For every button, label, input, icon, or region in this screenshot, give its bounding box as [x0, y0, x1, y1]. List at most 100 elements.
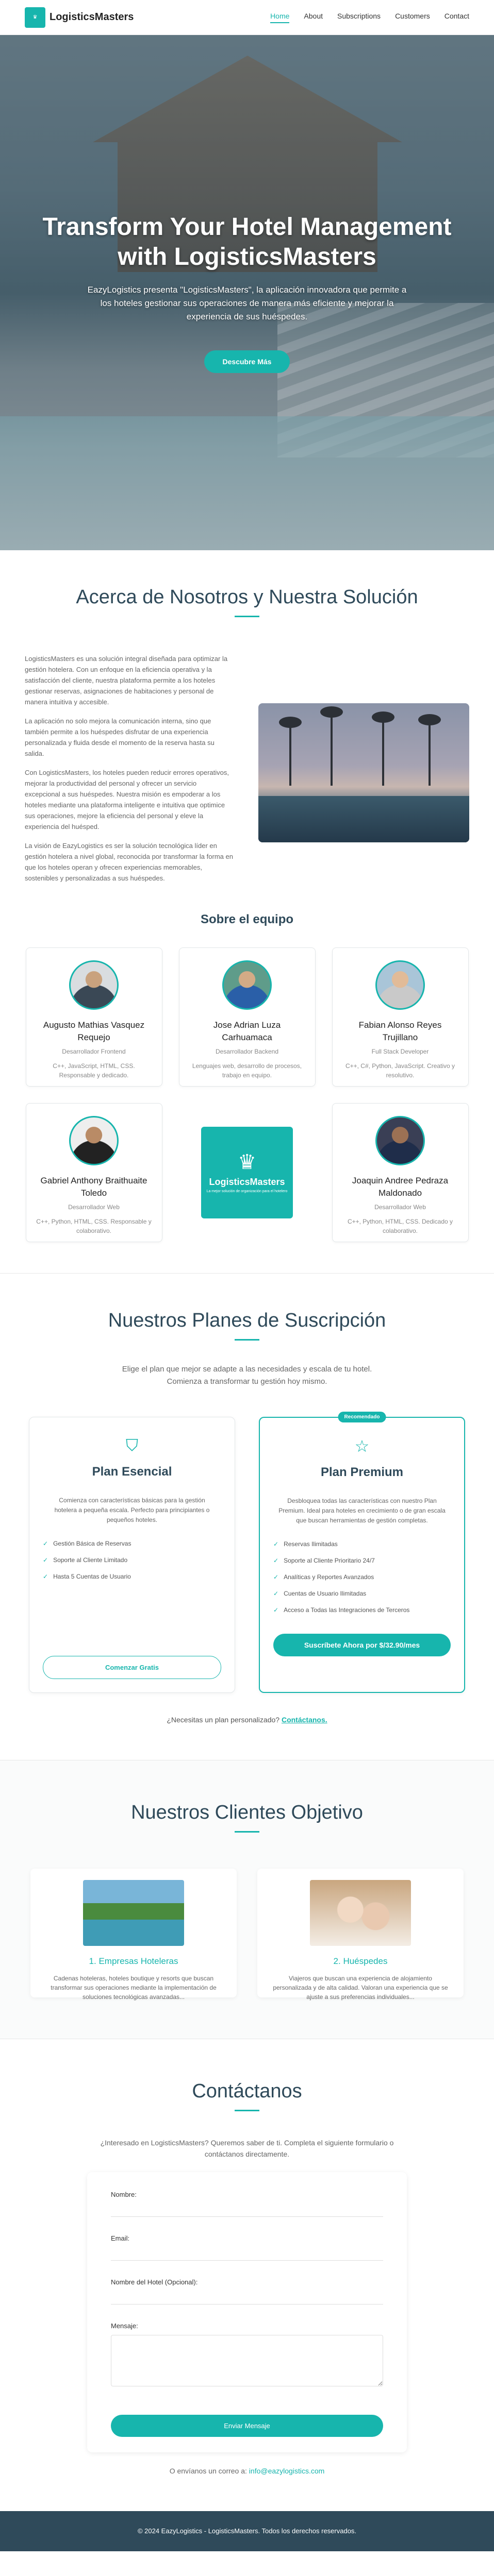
message-label: Mensaje: [111, 2322, 138, 2330]
plan-grid: ⛉ Plan Esencial Comienza con característ… [25, 1412, 469, 1693]
message-field[interactable] [111, 2335, 383, 2386]
logo-tagline: La mejor solución de organización para e… [206, 1190, 288, 1193]
plan-description: Comienza con características básicas par… [54, 1497, 210, 1523]
company-logo: ♛ LogisticsMasters La mejor solución de … [201, 1127, 293, 1218]
feature-text: Reservas Ilimitadas [284, 1540, 338, 1548]
feature-item: ✓ Gestión Básica de Reservas [43, 1538, 221, 1549]
member-name: Gabriel Anthony Braithuaite Toledo [40, 1176, 147, 1198]
client-grid: 1. Empresas Hoteleras Cadenas hoteleras,… [25, 1869, 469, 2001]
title-underline [235, 616, 259, 617]
hotel-resort-image [83, 1880, 184, 1946]
discover-more-button[interactable]: Descubre Más [204, 350, 290, 373]
custom-plan-question: ¿Necesitas un plan personalizado? [167, 1716, 280, 1724]
client-card: 1. Empresas Hoteleras Cadenas hoteleras,… [30, 1869, 237, 2001]
team-card: Fabian Alonso Reyes Trujillano Full Stac… [332, 947, 469, 1087]
check-icon: ✓ [273, 1573, 279, 1581]
palm-tree [371, 711, 394, 786]
member-role: Full Stack Developer [371, 1048, 429, 1055]
hero-title: Transform Your Hotel Management with Log… [42, 213, 452, 270]
crown-logo-icon: ♛ [25, 7, 45, 28]
nav-link-home[interactable]: Home [270, 12, 290, 23]
feature-text: Hasta 5 Cuentas de Usuario [53, 1573, 131, 1580]
feature-item: ✓ Hasta 5 Cuentas de Usuario [43, 1571, 221, 1582]
member-name: Joaquin Andree Pedraza Maldonado [352, 1176, 449, 1198]
check-icon: ✓ [273, 1540, 279, 1548]
nav-link-contact[interactable]: Contact [444, 12, 469, 23]
star-icon: ☆ [354, 1437, 370, 1455]
clients-section: Nuestros Clientes Objetivo 1. Empresas H… [0, 1760, 494, 2039]
team-card: Gabriel Anthony Braithuaite Toledo Desar… [25, 1103, 162, 1242]
hotel-label: Nombre del Hotel (Opcional): [111, 2278, 198, 2286]
about-section: Acerca de Nosotros y Nuestra Solución Lo… [0, 550, 494, 1273]
name-label: Nombre: [111, 2191, 137, 2198]
member-role: Desarrollador Frontend [62, 1048, 126, 1055]
crown-icon: ♛ [238, 1151, 256, 1174]
nav-links: Home About Subscriptions Customers Conta… [270, 12, 469, 23]
name-field[interactable] [111, 2198, 383, 2217]
pool-water [258, 795, 469, 842]
email-field[interactable] [111, 2242, 383, 2261]
team-title: Sobre el equipo [200, 912, 294, 926]
subscribe-now-button[interactable]: Suscríbete Ahora por $/32.90/mes [273, 1634, 451, 1656]
feature-text: Gestión Básica de Reservas [53, 1540, 131, 1547]
team-card: Augusto Mathias Vasquez Requejo Desarrol… [25, 947, 162, 1087]
plan-description: Desbloquea todas las características con… [278, 1497, 446, 1524]
avatar [69, 1116, 119, 1165]
client-title: 1. Empresas Hoteleras [89, 1956, 178, 1966]
hero-section: Transform Your Hotel Management with Log… [0, 35, 494, 550]
contact-form: Nombre: Email: Nombre del Hotel (Opciona… [87, 2172, 407, 2452]
feature-list: ✓ Reservas Ilimitadas ✓ Soporte al Cliente… [273, 1539, 451, 1615]
check-icon: ✓ [43, 1573, 48, 1580]
clients-title: Nuestros Clientes Objetivo [131, 1802, 363, 1823]
about-resort-image [258, 703, 469, 842]
about-title: Acerca de Nosotros y Nuestra Solución [76, 586, 418, 608]
feature-item: ✓ Soporte al Cliente Limitado [43, 1555, 221, 1565]
feature-text: Cuentas de Usuario Ilimitadas [284, 1590, 367, 1597]
feature-item: ✓ Reservas Ilimitadas [273, 1539, 451, 1549]
start-free-button[interactable]: Comenzar Gratis [43, 1656, 221, 1679]
about-paragraph: La visión de EazyLogistics es ser la sol… [25, 842, 233, 882]
recommended-badge: Recomendado [338, 1412, 386, 1422]
palm-tree [320, 706, 343, 786]
nav-link-about[interactable]: About [304, 12, 323, 23]
hero-subtitle: EazyLogistics presenta "LogisticsMasters… [87, 285, 407, 321]
contact-section: Contáctanos ¿Interesado en LogisticsMast… [0, 2039, 494, 2511]
plans-title: Nuestros Planes de Suscripción [108, 1310, 386, 1331]
check-icon: ✓ [43, 1540, 48, 1547]
email-link[interactable]: info@eazylogistics.com [249, 2467, 325, 2475]
guests-image [310, 1880, 411, 1946]
member-skills: C++, C#, Python, JavaScript. Creativo y … [345, 1062, 455, 1079]
feature-list: ✓ Gestión Básica de Reservas ✓ Soporte al … [43, 1538, 221, 1582]
check-icon: ✓ [273, 1606, 279, 1614]
plan-name: Plan Esencial [92, 1465, 172, 1479]
member-skills: C++, Python, HTML, CSS. Responsable y co… [36, 1218, 152, 1234]
member-name: Jose Adrian Luza Carhuamaca [213, 1020, 281, 1042]
contact-lead: ¿Interesado en LogisticsMasters? Queremo… [100, 2139, 394, 2158]
send-message-button[interactable]: Enviar Mensaje [111, 2415, 383, 2437]
brand[interactable]: ♛ LogisticsMasters [25, 7, 134, 28]
nav-link-subscriptions[interactable]: Subscriptions [337, 12, 381, 23]
company-logo-card: ♛ LogisticsMasters La mejor solución de … [179, 1103, 316, 1242]
contact-title: Contáctanos [192, 2080, 302, 2102]
feature-item: ✓ Acceso a Todas las Integraciones de Ter… [273, 1605, 451, 1615]
palm-tree [278, 716, 302, 786]
team-card: Jose Adrian Luza Carhuamaca Desarrollado… [178, 947, 316, 1087]
feature-text: Acceso a Todas las Integraciones de Terc… [284, 1606, 410, 1614]
client-text: Cadenas hoteleras, hoteles boutique y re… [51, 1975, 217, 2001]
feature-text: Soporte al Cliente Limitado [53, 1556, 128, 1564]
about-body: LogisticsMasters es una solución integra… [25, 653, 469, 892]
feature-item: ✓ Soporte al Cliente Prioritario 24/7 [273, 1555, 451, 1566]
plan-name: Plan Premium [320, 1465, 404, 1479]
plan-card-basic: ⛉ Plan Esencial Comienza con característ… [29, 1417, 235, 1693]
avatar [222, 960, 272, 1010]
avatar [375, 960, 425, 1010]
feature-text: Soporte al Cliente Prioritario 24/7 [284, 1557, 375, 1564]
feature-text: Analíticas y Reportes Avanzados [284, 1573, 374, 1581]
contact-us-link[interactable]: Contáctanos. [282, 1716, 327, 1724]
logo-name: LogisticsMasters [209, 1177, 285, 1187]
member-role: Desarrollador Web [374, 1204, 426, 1211]
hotel-name-field[interactable] [111, 2286, 383, 2304]
plans-section: Nuestros Planes de Suscripción Elige el … [0, 1274, 494, 1760]
nav-link-customers[interactable]: Customers [395, 12, 430, 23]
member-role: Desarrollador Backend [215, 1048, 279, 1055]
